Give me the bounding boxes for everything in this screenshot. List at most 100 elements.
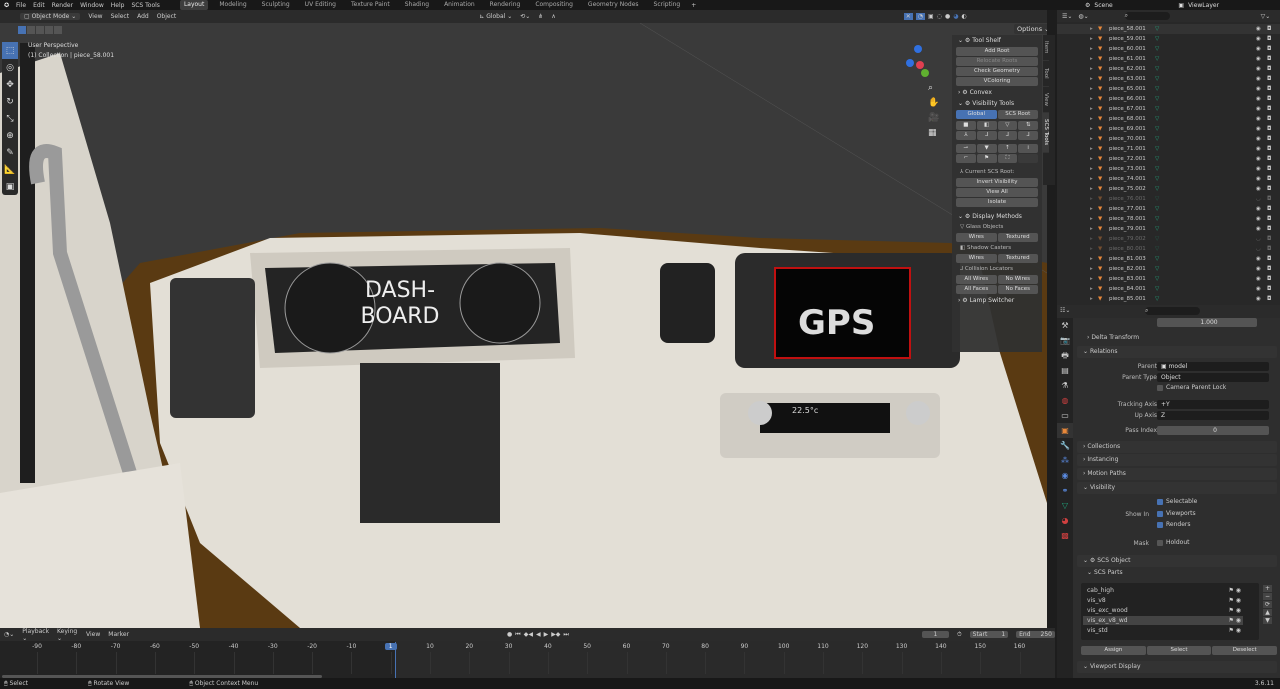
eye-icon[interactable]: ◉ xyxy=(1256,214,1261,224)
expand-arrow-icon[interactable]: ▸ xyxy=(1090,44,1093,54)
expand-arrow-icon[interactable]: ▸ xyxy=(1090,204,1093,214)
collections-header[interactable]: › Collections xyxy=(1077,441,1277,453)
nav-curve-icon[interactable]: ⌐ xyxy=(956,154,976,163)
outliner-item[interactable]: ▸ ▼ piece_78.001 ▽ ◉ ◘ xyxy=(1057,214,1280,224)
mesh-data-icon[interactable]: ▽ xyxy=(1155,184,1159,194)
outliner-item[interactable]: ▸ ▼ piece_63.001 ▽ ◉ ◘ xyxy=(1057,74,1280,84)
add-root-button[interactable]: Add Root xyxy=(956,47,1038,56)
annotate-tool-icon[interactable]: ✎ xyxy=(2,144,18,161)
isolate-button[interactable]: Isolate xyxy=(956,198,1038,207)
eye-closed-icon[interactable]: ◡ xyxy=(1256,194,1261,204)
outliner-item[interactable]: ▸ ▼ piece_71.001 ▽ ◉ ◘ xyxy=(1057,144,1280,154)
outliner-search-input[interactable]: ⌕ xyxy=(1124,12,1170,20)
select-intersect-icon[interactable] xyxy=(54,26,62,34)
outliner-item[interactable]: ▸ ▼ piece_80.001 ▽ ◡ ◘ xyxy=(1057,244,1280,254)
tool-shelf-header[interactable]: ⌄ ⚙ Tool Shelf xyxy=(952,35,1042,46)
ortho-grid-icon[interactable]: ▦ xyxy=(928,128,939,138)
mesh-data-icon[interactable]: ▽ xyxy=(1155,144,1159,154)
expand-arrow-icon[interactable]: ▸ xyxy=(1090,104,1093,114)
parent-field[interactable]: ▣ model xyxy=(1157,362,1269,371)
eye-icon[interactable]: ◉ xyxy=(1256,44,1261,54)
jump-start-icon[interactable]: ⏮ xyxy=(515,631,520,639)
no-faces-button[interactable]: No Faces xyxy=(997,285,1038,294)
refresh-parts-icon[interactable]: ⟳ xyxy=(1263,601,1272,608)
pan-hand-icon[interactable]: ✋ xyxy=(928,98,939,108)
info-icon[interactable]: i xyxy=(1018,144,1038,153)
expand-arrow-icon[interactable]: ▸ xyxy=(1090,94,1093,104)
eye-icon[interactable]: ◉ xyxy=(1256,104,1261,114)
constraints-tab-icon[interactable]: ⚭ xyxy=(1057,483,1073,498)
mesh-data-icon[interactable]: ▽ xyxy=(1155,64,1159,74)
eye-icon[interactable]: ◉ xyxy=(1256,204,1261,214)
tab-scs-tools[interactable]: SCS Tools xyxy=(1043,113,1049,153)
camera-icon[interactable]: ◘ xyxy=(1267,114,1271,124)
rotate-tool-icon[interactable]: ↻ xyxy=(2,93,18,110)
play-icon[interactable]: ▶ xyxy=(544,631,549,639)
assign-button[interactable]: Assign xyxy=(1081,646,1146,655)
outliner-item[interactable]: ▸ ▼ piece_65.001 ▽ ◉ ◘ xyxy=(1057,84,1280,94)
preview-range-icon[interactable]: ⏱ xyxy=(957,631,962,639)
camera-icon[interactable]: ◘ xyxy=(1267,154,1271,164)
modifier-tab-icon[interactable]: 🔧 xyxy=(1057,438,1073,453)
outliner-item[interactable]: ▸ ▼ piece_66.001 ▽ ◉ ◘ xyxy=(1057,94,1280,104)
mesh-data-icon[interactable]: ▽ xyxy=(1155,74,1159,84)
prev-keyframe-icon[interactable]: ◆◀ xyxy=(524,631,533,639)
camera-icon[interactable]: ◘ xyxy=(1267,144,1271,154)
scs-part-row[interactable]: cab_high ⚑ ◉ xyxy=(1083,586,1243,595)
particles-tab-icon[interactable]: ⁂ xyxy=(1057,453,1073,468)
expand-arrow-icon[interactable]: ▸ xyxy=(1090,184,1093,194)
filter-view-icon[interactable]: ◍⌄ xyxy=(1078,13,1088,20)
3d-viewport[interactable]: DASH-BOARD GPS 22.5°c User Perspective (… xyxy=(0,23,1047,628)
outliner-item[interactable]: ▸ ▼ piece_58.001 ▽ ◉ ◘ xyxy=(1057,24,1280,34)
camera-icon[interactable]: ◘ xyxy=(1267,74,1271,84)
select-box-tool-icon[interactable]: ⬚ xyxy=(2,42,18,59)
eye-icon[interactable]: ◉ xyxy=(1256,274,1261,284)
tracking-axis-dropdown[interactable]: +Y xyxy=(1157,400,1269,409)
outliner-item[interactable]: ▸ ▼ piece_83.001 ▽ ◉ ◘ xyxy=(1057,274,1280,284)
outliner-item[interactable]: ▸ ▼ piece_84.001 ▽ ◉ ◘ xyxy=(1057,284,1280,294)
mesh-data-icon[interactable]: ▽ xyxy=(1155,24,1159,34)
scs-part-row[interactable]: vis_exc_wood ⚑ ◉ xyxy=(1083,606,1243,615)
solid-shading-icon[interactable]: ● xyxy=(945,13,950,20)
expand-arrow-icon[interactable]: ▸ xyxy=(1090,214,1093,224)
outliner-item[interactable]: ▸ ▼ piece_77.001 ▽ ◉ ◘ xyxy=(1057,204,1280,214)
remove-part-icon[interactable]: − xyxy=(1263,593,1272,600)
mesh-data-icon[interactable]: ▽ xyxy=(1155,174,1159,184)
view-layer-name[interactable]: ViewLayer xyxy=(1188,2,1219,9)
mesh-data-icon[interactable]: ▽ xyxy=(1155,114,1159,124)
playback-menu[interactable]: Playback ⌄ xyxy=(22,628,49,642)
camera-icon[interactable]: ◘ xyxy=(1267,134,1271,144)
lamp-switcher-header[interactable]: › ⚙ Lamp Switcher xyxy=(952,295,1042,306)
expand-arrow-icon[interactable]: ▸ xyxy=(1090,34,1093,44)
add-part-icon[interactable]: + xyxy=(1263,585,1272,592)
expand-arrow-icon[interactable]: ▸ xyxy=(1090,174,1093,184)
end-frame-field[interactable]: End 250 xyxy=(1016,631,1055,638)
jump-end-icon[interactable]: ⏭ xyxy=(563,631,568,639)
outliner-item[interactable]: ▸ ▼ piece_79.002 ▽ ◡ ◘ xyxy=(1057,234,1280,244)
camera-icon[interactable]: ◘ xyxy=(1267,104,1271,114)
motion-paths-header[interactable]: › Motion Paths xyxy=(1077,468,1277,480)
root-visibility-icon[interactable]: ⅄ xyxy=(956,131,976,140)
transform-orientation-dropdown[interactable]: ⊾ Global ⌄ xyxy=(479,13,512,20)
object-tab-icon[interactable]: ▣ xyxy=(1057,423,1073,438)
data-tab-icon[interactable]: ▽ xyxy=(1057,498,1073,513)
tab-geometry-nodes[interactable]: Geometry Nodes xyxy=(584,0,643,10)
scs-parts-header[interactable]: ⌄ SCS Parts xyxy=(1087,569,1123,576)
overlay-toggle-icon[interactable]: ◔ xyxy=(915,13,926,20)
select-subtract-icon[interactable] xyxy=(36,26,44,34)
mesh-data-icon[interactable]: ▽ xyxy=(1155,214,1159,224)
scs-part-row[interactable]: vis_std ⚑ ◉ xyxy=(1083,626,1243,635)
camera-icon[interactable]: ◘ xyxy=(1267,174,1271,184)
eye-icon[interactable]: ◉ xyxy=(1256,254,1261,264)
eye-closed-icon[interactable]: ◡ xyxy=(1256,244,1261,254)
locator-visibility-icon[interactable]: ⅃ xyxy=(976,131,997,140)
mesh-data-icon[interactable]: ▽ xyxy=(1155,284,1159,294)
eye-icon[interactable]: ◉ xyxy=(1256,294,1261,304)
expand-arrow-icon[interactable]: ▸ xyxy=(1090,164,1093,174)
global-toggle[interactable]: Global xyxy=(956,110,997,119)
part-visibility-icons[interactable]: ⚑ ◉ xyxy=(1228,596,1241,605)
expand-arrow-icon[interactable]: ▸ xyxy=(1090,124,1093,134)
camera-icon[interactable]: ◘ xyxy=(1267,84,1271,94)
relations-header[interactable]: ⌄ Relations xyxy=(1077,346,1277,358)
expand-arrow-icon[interactable]: ▸ xyxy=(1090,234,1093,244)
